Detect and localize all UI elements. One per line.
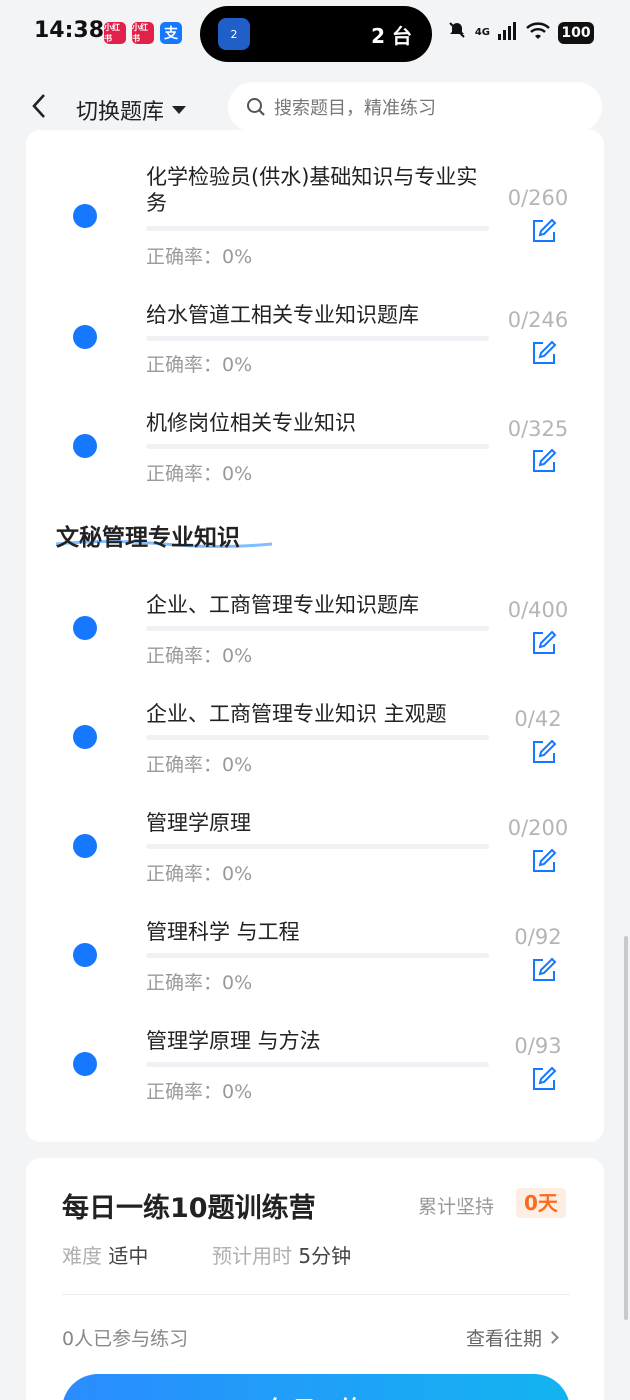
- accuracy-text: 正确率：0%: [146, 972, 253, 994]
- network-type: 4G: [474, 27, 490, 38]
- switch-bank-label: 切换题库: [76, 100, 165, 125]
- edit-icon[interactable]: [531, 448, 557, 474]
- chevron-right-icon: [546, 1331, 559, 1344]
- start-practice-button[interactable]: 每日一练: [62, 1374, 570, 1400]
- switch-bank-button[interactable]: 切换题库: [76, 94, 187, 126]
- progress-bar: [146, 735, 489, 740]
- status-dot: [73, 725, 97, 749]
- item-title: 管理学原理 与方法: [146, 1029, 321, 1053]
- battery-indicator: 100: [558, 21, 594, 44]
- history-link-label: 查看往期: [466, 1328, 543, 1350]
- search-input[interactable]: 搜索题目，精准练习: [228, 82, 602, 132]
- accuracy-text: 正确率：0%: [146, 463, 253, 485]
- scrollbar[interactable]: [624, 936, 628, 1320]
- status-dot: [73, 943, 97, 967]
- wifi-icon: [526, 21, 550, 44]
- time-value: 5分钟: [298, 1244, 352, 1268]
- caret-down-icon: [172, 106, 187, 114]
- difficulty: 难度 适中: [62, 1240, 148, 1269]
- item-title: 管理科学 与工程: [146, 920, 300, 944]
- daily-title: 每日一练10题训练营: [62, 1193, 316, 1224]
- edit-icon[interactable]: [531, 218, 557, 244]
- list-item[interactable]: 化学检验员(供水)基础知识与专业实务 正确率：0% 0/260: [26, 164, 604, 268]
- signal-icon: [498, 21, 518, 44]
- question-count: 0/325: [507, 417, 569, 441]
- accuracy-text: 正确率：0%: [146, 863, 253, 885]
- list-item[interactable]: 企业、工商管理专业知识 主观题 正确率：0% 0/42: [26, 699, 604, 799]
- list-item[interactable]: 管理学原理 与方法 正确率：0% 0/93: [26, 1026, 604, 1126]
- item-title: 机修岗位相关专业知识: [146, 411, 356, 435]
- section-title: 文秘管理专业知识: [56, 525, 240, 551]
- progress-bar: [146, 1062, 489, 1067]
- divider: [62, 1294, 570, 1295]
- item-title: 化学检验员(供水)基础知识与专业实务: [146, 165, 478, 215]
- accuracy-text: 正确率：0%: [146, 645, 253, 667]
- accuracy-text: 正确率：0%: [146, 354, 253, 376]
- question-count: 0/42: [514, 707, 562, 731]
- progress-bar: [146, 336, 489, 341]
- question-count: 0/93: [514, 1034, 562, 1058]
- search-icon: [247, 98, 265, 116]
- status-indicators: 4G 100: [447, 20, 594, 45]
- participants-count: 0人已参与练习: [62, 1328, 189, 1350]
- question-count: 0/260: [507, 186, 569, 210]
- accuracy-text: 正确率：0%: [146, 1081, 253, 1103]
- xiaohongshu-icon: 小红书: [132, 22, 154, 44]
- status-dot: [73, 1052, 97, 1076]
- edit-icon[interactable]: [531, 1066, 557, 1092]
- xiaohongshu-icon: 小红书: [104, 22, 126, 44]
- difficulty-value: 适中: [108, 1244, 149, 1268]
- status-bar: 14:38 小红书 小红书 支 2 2 台 4G 100: [0, 0, 630, 70]
- list-item[interactable]: 企业、工商管理专业知识题库 正确率：0% 0/400: [26, 590, 604, 690]
- mute-icon: [447, 20, 467, 45]
- question-count: 0/246: [507, 308, 569, 332]
- daily-practice-card: 每日一练10题训练营 累计坚持 0天 难度 适中 预计用时 5分钟 0人已参与练…: [26, 1158, 604, 1400]
- difficulty-label: 难度: [62, 1244, 102, 1268]
- status-dot: [73, 834, 97, 858]
- status-dot: [73, 434, 97, 458]
- edit-icon[interactable]: [531, 739, 557, 765]
- question-bank-list: 化学检验员(供水)基础知识与专业实务 正确率：0% 0/260 给水管道工相关专…: [26, 130, 604, 1142]
- question-count: 0/200: [507, 816, 569, 840]
- alipay-icon: 支: [160, 22, 182, 44]
- question-count: 0/92: [514, 925, 562, 949]
- status-time: 14:38: [34, 18, 105, 43]
- accuracy-text: 正确率：0%: [146, 754, 253, 776]
- time-label: 预计用时: [212, 1244, 292, 1268]
- list-item[interactable]: 机修岗位相关专业知识 正确率：0% 0/325: [26, 408, 604, 508]
- history-link[interactable]: 查看往期: [466, 1324, 559, 1351]
- status-dot: [73, 616, 97, 640]
- edit-icon[interactable]: [531, 630, 557, 656]
- accuracy-text: 正确率：0%: [146, 246, 253, 268]
- item-title: 管理学原理: [146, 811, 251, 835]
- item-title: 给水管道工相关专业知识题库: [146, 303, 419, 327]
- progress-bar: [146, 844, 489, 849]
- list-item[interactable]: 管理学原理 正确率：0% 0/200: [26, 808, 604, 908]
- status-dot: [73, 325, 97, 349]
- streak-label: 累计坚持: [418, 1196, 495, 1218]
- question-count: 0/400: [507, 598, 569, 622]
- status-dot: [73, 204, 97, 228]
- edit-icon[interactable]: [531, 957, 557, 983]
- island-text: 2 台: [371, 24, 412, 48]
- estimated-time: 预计用时 5分钟: [212, 1240, 351, 1269]
- list-item[interactable]: 管理科学 与工程 正确率：0% 0/92: [26, 917, 604, 1017]
- progress-bar: [146, 953, 489, 958]
- streak-badge: 0天: [516, 1188, 566, 1218]
- back-button[interactable]: [28, 92, 52, 120]
- item-title: 企业、工商管理专业知识题库: [146, 593, 419, 617]
- back-arrow-icon: [32, 94, 45, 118]
- edit-icon[interactable]: [531, 340, 557, 366]
- progress-bar: [146, 444, 489, 449]
- item-title: 企业、工商管理专业知识 主观题: [146, 702, 447, 726]
- search-placeholder: 搜索题目，精准练习: [274, 98, 436, 119]
- list-item[interactable]: 给水管道工相关专业知识题库 正确率：0% 0/246: [26, 300, 604, 400]
- dynamic-island[interactable]: 2 2 台: [200, 6, 432, 62]
- progress-bar: [146, 226, 489, 231]
- edit-icon[interactable]: [531, 848, 557, 874]
- nfc-icon: 2: [218, 18, 250, 50]
- progress-bar: [146, 626, 489, 631]
